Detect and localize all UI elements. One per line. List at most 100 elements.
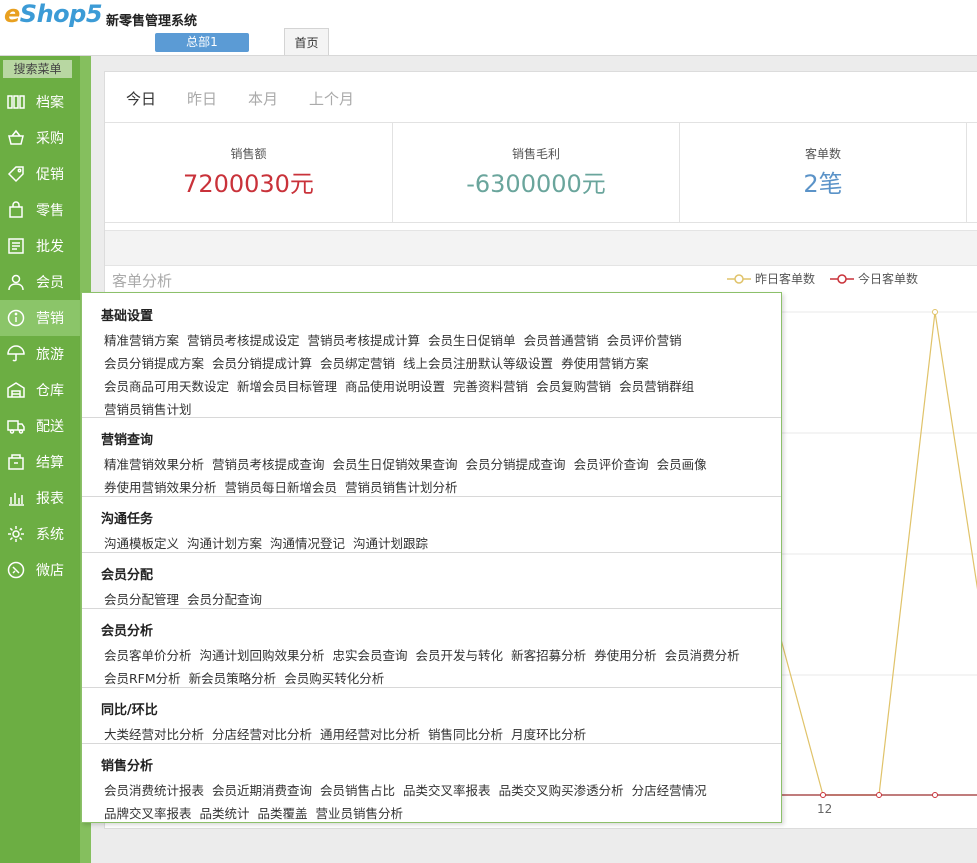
user-icon [7,273,25,291]
menu-section-analysis: 会员分析 会员客单价分析 沟通计划回购效果分析 忠实会员查询 会员开发与转化 新客招募分… [82,609,781,688]
sidebar-item-archive[interactable]: 档案 [0,84,80,120]
sidebar-item-purchase[interactable]: 采购 [0,120,80,156]
menu-item[interactable]: 精准营销效果分析 [104,457,204,472]
menu-item[interactable]: 品类统计 [200,806,250,821]
menu-line: 会员分配管理 会员分配查询 [104,589,270,608]
search-menu-button[interactable]: 搜索菜单 [3,60,72,78]
menu-item[interactable]: 大类经营对比分析 [104,727,204,742]
menu-section-title: 销售分析 [101,759,154,774]
sidebar-item-member[interactable]: 会员 [0,264,80,300]
menu-item[interactable]: 沟通情况登记 [270,536,345,551]
menu-item[interactable]: 营销员考核提成设定 [187,333,300,348]
menu-item[interactable]: 券使用营销效果分析 [104,480,217,495]
menu-item[interactable]: 沟通模板定义 [104,536,179,551]
menu-line: 沟通模板定义 沟通计划方案 沟通情况登记 沟通计划跟踪 [104,533,436,552]
sidebar-item-label: 会员 [36,275,64,291]
app-title: 新零售管理系统 [106,14,198,29]
sidebar-item-label: 促销 [36,167,64,183]
menu-line: 品牌交叉率报表 品类统计 品类覆盖 营业员销售分析 [104,803,411,822]
basket-icon [7,129,25,147]
sidebar-item-system[interactable]: 系统 [0,516,80,552]
menu-item[interactable]: 营销员考核提成计算 [308,333,421,348]
sidebar-item-warehouse[interactable]: 仓库 [0,372,80,408]
menu-item[interactable]: 营销员销售计划分析 [345,480,458,495]
sidebar-item-microshop[interactable]: 微店 [0,552,80,588]
wallet-icon [7,453,25,471]
top-header: eShop5 新零售管理系统 总部1 首页 [0,0,977,56]
menu-item[interactable]: 销售同比分析 [428,727,503,742]
menu-item[interactable]: 会员评价查询 [574,457,649,472]
menu-item[interactable]: 会员消费分析 [665,648,740,663]
menu-item[interactable]: 品牌交叉率报表 [104,806,192,821]
gear-icon [7,525,25,543]
sidebar-item-marketing[interactable]: 营销 [0,300,80,336]
umbrella-icon [7,345,25,363]
menu-item[interactable]: 沟通计划回购效果分析 [200,648,325,663]
menu-item[interactable]: 会员普通营销 [524,333,599,348]
menu-item[interactable]: 品类覆盖 [258,806,308,821]
menu-item[interactable]: 会员消费统计报表 [104,783,204,798]
sidebar-item-promotion[interactable]: 促销 [0,156,80,192]
sidebar-item-settlement[interactable]: 结算 [0,444,80,480]
menu-item[interactable]: 品类交叉购买渗透分析 [499,783,624,798]
menu-item[interactable]: 完善资料营销 [453,379,528,394]
menu-item[interactable]: 会员复购营销 [536,379,611,394]
menu-item[interactable]: 会员画像 [657,457,707,472]
menu-item[interactable]: 沟通计划方案 [187,536,262,551]
tab-home[interactable]: 首页 [284,28,329,56]
menu-item[interactable]: 营销员销售计划 [104,402,192,417]
menu-item[interactable]: 品类交叉率报表 [403,783,491,798]
sidebar-item-label: 营销 [36,311,64,327]
sidebar-item-retail[interactable]: 零售 [0,192,80,228]
menu-item[interactable]: 会员生日促销单 [428,333,516,348]
menu-item[interactable]: 新客招募分析 [511,648,586,663]
menu-item[interactable]: 会员分销提成方案 [104,356,204,371]
menu-item[interactable]: 会员购买转化分析 [284,671,384,686]
menu-item[interactable]: 分店经营对比分析 [212,727,312,742]
menu-item[interactable]: 会员营销群组 [619,379,694,394]
menu-item[interactable]: 会员RFM分析 [104,671,181,686]
menu-item[interactable]: 忠实会员查询 [333,648,408,663]
info-icon [7,309,25,327]
menu-section-communication: 沟通任务 沟通模板定义 沟通计划方案 沟通情况登记 沟通计划跟踪 [82,497,781,553]
menu-item[interactable]: 商品使用说明设置 [345,379,445,394]
menu-item[interactable]: 会员分配管理 [104,592,179,607]
shop-icon [7,561,25,579]
menu-item[interactable]: 券使用分析 [594,648,657,663]
menu-item[interactable]: 会员开发与转化 [416,648,504,663]
x-tick-label: 12 [817,802,832,816]
sidebar-item-delivery[interactable]: 配送 [0,408,80,444]
menu-item[interactable]: 分店经营情况 [632,783,707,798]
menu-item[interactable]: 会员近期消费查询 [212,783,312,798]
menu-item[interactable]: 券使用营销方案 [561,356,649,371]
menu-line: 精准营销效果分析 营销员考核提成查询 会员生日促销效果查询 会员分销提成查询 会员评价查… [104,454,715,473]
menu-item[interactable]: 会员分销提成计算 [212,356,312,371]
menu-section-sales: 销售分析 会员消费统计报表 会员近期消费查询 会员销售占比 品类交叉率报表 品类交叉购买… [82,744,781,822]
menu-item[interactable]: 通用经营对比分析 [320,727,420,742]
sidebar-item-wholesale[interactable]: 批发 [0,228,80,264]
archive-icon [7,93,25,111]
menu-item[interactable]: 会员商品可用天数设定 [104,379,229,394]
sidebar-item-reports[interactable]: 报表 [0,480,80,516]
menu-item[interactable]: 线上会员注册默认等级设置 [403,356,553,371]
menu-item[interactable]: 营销员考核提成查询 [212,457,325,472]
warehouse-icon [7,381,25,399]
menu-item[interactable]: 营销员每日新增会员 [225,480,338,495]
data-point [932,309,938,315]
menu-item[interactable]: 会员绑定营销 [320,356,395,371]
menu-item[interactable]: 新会员策略分析 [189,671,277,686]
menu-item[interactable]: 新增会员目标管理 [237,379,337,394]
menu-item[interactable]: 沟通计划跟踪 [353,536,428,551]
menu-item[interactable]: 会员生日促销效果查询 [333,457,458,472]
branch-selector[interactable]: 总部1 [155,33,249,52]
menu-item[interactable]: 会员客单价分析 [104,648,192,663]
menu-item[interactable]: 会员分配查询 [187,592,262,607]
menu-item[interactable]: 会员评价营销 [607,333,682,348]
menu-item[interactable]: 会员销售占比 [320,783,395,798]
menu-item[interactable]: 精准营销方案 [104,333,179,348]
menu-line: 会员消费统计报表 会员近期消费查询 会员销售占比 品类交叉率报表 品类交叉购买渗透分析分… [104,780,715,799]
menu-item[interactable]: 月度环比分析 [511,727,586,742]
menu-item[interactable]: 会员分销提成查询 [466,457,566,472]
menu-item[interactable]: 营业员销售分析 [316,806,404,821]
sidebar-item-travel[interactable]: 旅游 [0,336,80,372]
